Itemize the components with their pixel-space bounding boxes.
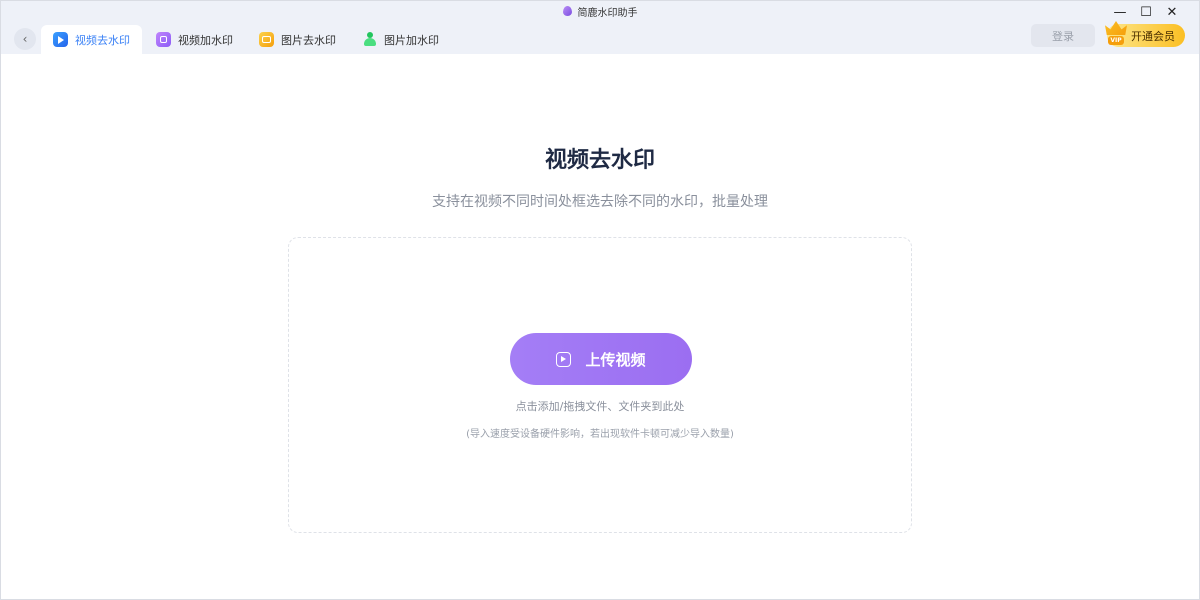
import-note: (导入速度受设备硬件影响，若出现软件卡顿可减少导入数量)	[466, 429, 734, 440]
window-controls: — ☐ ✕	[1107, 3, 1185, 21]
tab-video-add-watermark[interactable]: 视频加水印	[144, 25, 245, 54]
close-button[interactable]: ✕	[1159, 3, 1185, 21]
app-window: 简鹿水印助手 — ☐ ✕ ‹ 视频去水印 视频加水印 图片去水印 图片加水印 登…	[0, 0, 1200, 600]
app-title-text: 简鹿水印助手	[577, 7, 638, 19]
tab-bar: 视频去水印 视频加水印 图片去水印 图片加水印	[41, 25, 453, 54]
image-add-icon	[362, 32, 377, 47]
video-remove-icon	[53, 32, 68, 47]
upload-button-label: 上传视频	[585, 350, 646, 369]
back-button[interactable]: ‹	[14, 28, 36, 50]
upload-dropzone[interactable]: 上传视频 点击添加/拖拽文件、文件夹到此处 (导入速度受设备硬件影响，若出现软件…	[288, 237, 912, 533]
image-remove-icon	[259, 32, 274, 47]
tab-label: 图片去水印	[281, 33, 336, 47]
vip-tag: VIP	[1108, 36, 1124, 45]
tab-label: 视频加水印	[178, 33, 233, 47]
vip-button-label: 开通会员	[1131, 29, 1175, 43]
crown-icon: VIP	[1105, 21, 1127, 47]
tab-label: 图片加水印	[384, 33, 439, 47]
chevron-left-icon: ‹	[22, 32, 28, 46]
upload-video-button[interactable]: 上传视频	[510, 333, 692, 385]
title-bar: 简鹿水印助手 — ☐ ✕ ‹ 视频去水印 视频加水印 图片去水印 图片加水印 登…	[1, 1, 1199, 54]
tab-label: 视频去水印	[75, 33, 130, 47]
tab-video-remove-watermark[interactable]: 视频去水印	[41, 25, 142, 54]
app-title: 简鹿水印助手	[1, 4, 1199, 19]
app-logo-icon	[562, 6, 572, 16]
maximize-button[interactable]: ☐	[1133, 3, 1159, 21]
video-add-icon	[156, 32, 171, 47]
tab-image-remove-watermark[interactable]: 图片去水印	[247, 25, 348, 54]
page-subtitle: 支持在视频不同时间处框选去除不同的水印，批量处理	[432, 194, 768, 210]
page-title: 视频去水印	[544, 148, 655, 173]
login-button[interactable]: 登录	[1031, 24, 1095, 47]
drop-hint: 点击添加/拖拽文件、文件夹到此处	[515, 400, 685, 413]
tab-image-add-watermark[interactable]: 图片加水印	[350, 25, 451, 54]
minimize-button[interactable]: —	[1107, 3, 1133, 21]
video-file-icon	[556, 351, 572, 367]
